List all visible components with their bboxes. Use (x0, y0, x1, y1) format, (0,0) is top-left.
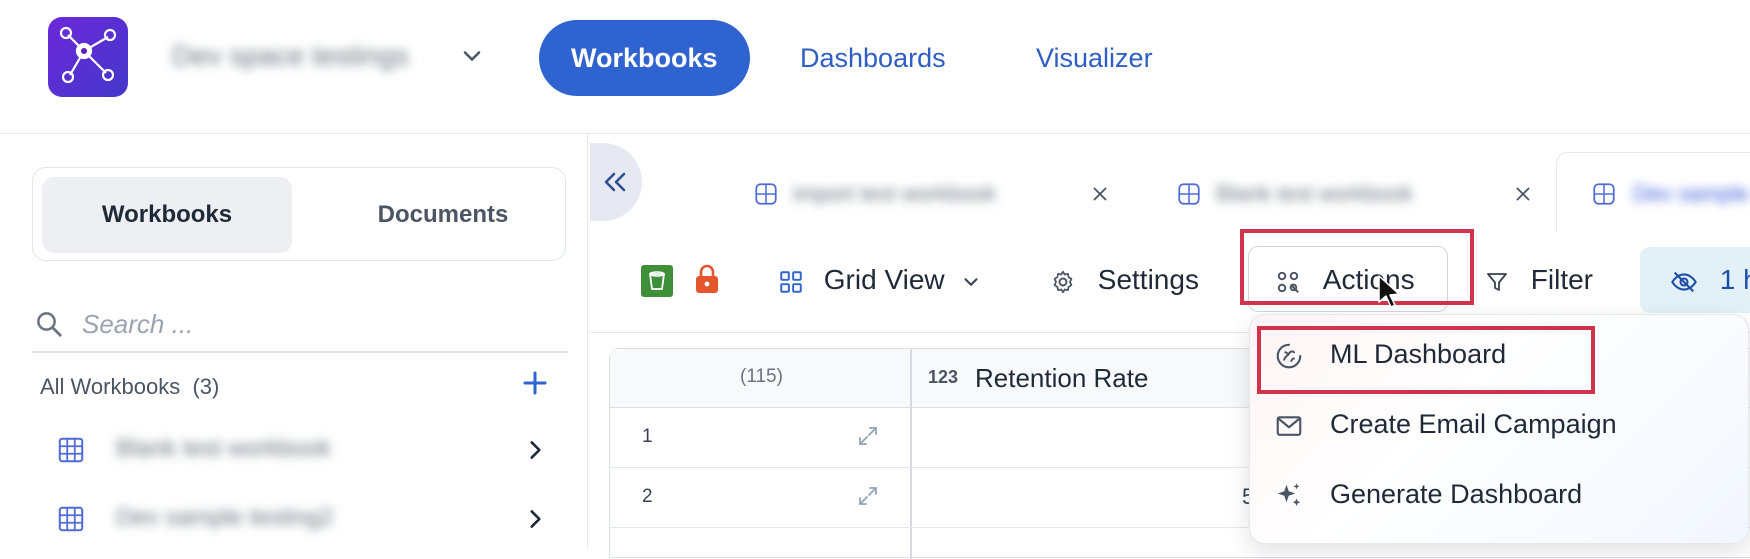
tab-label: Blank test workbook (1216, 181, 1413, 206)
row-number: 1 (642, 426, 653, 447)
column-header-retention-rate[interactable]: Retention Rate (975, 363, 1148, 394)
filter-icon (1487, 272, 1507, 291)
expand-icon[interactable] (856, 484, 880, 508)
chevron-right-icon[interactable] (522, 437, 548, 463)
search-input[interactable] (80, 302, 564, 346)
menu-item-create-email-campaign[interactable]: Create Email Campaign (1250, 395, 1750, 457)
search-icon (37, 312, 62, 337)
sidebar: Workbooks Documents All Workbooks (3) Bl… (0, 134, 588, 548)
tab-label: Dev sample (1633, 181, 1750, 206)
workbook-tab[interactable]: Blank test workbook (1176, 155, 1536, 235)
app-logo[interactable] (48, 17, 128, 97)
workbook-name: Blank test workbook (116, 435, 331, 462)
nav-tab-dashboards[interactable]: Dashboards (768, 20, 978, 96)
close-icon[interactable] (1089, 183, 1111, 205)
workbook-name: Dev sample testing2 (116, 504, 334, 531)
menu-item-generate-dashboard[interactable]: Generate Dashboard (1250, 465, 1750, 527)
table-icon (1593, 183, 1615, 205)
top-bar: Dev space testings Workbooks Dashboards … (0, 0, 1750, 134)
database-icon[interactable] (641, 265, 673, 297)
chevron-down-icon (964, 277, 978, 286)
lock-icon[interactable] (694, 263, 720, 295)
filter-button[interactable]: Filter (1485, 255, 1593, 305)
network-icon (59, 26, 117, 84)
row-count: (115) (740, 366, 783, 387)
all-workbooks-label: All Workbooks (40, 374, 181, 399)
workbook-list-item[interactable]: Blank test workbook (0, 419, 580, 483)
mail-icon (1276, 416, 1302, 436)
row-number: 2 (642, 486, 653, 507)
nav-tab-workbooks[interactable]: Workbooks (539, 20, 750, 96)
chevron-down-icon[interactable] (458, 42, 486, 70)
filter-label: Filter (1530, 264, 1594, 295)
workspace-name[interactable]: Dev space testings (172, 40, 409, 72)
table-icon (755, 183, 777, 205)
table-icon (58, 506, 84, 532)
sparkle-icon (1277, 483, 1301, 506)
hidden-fields-label: 1 hi (1719, 264, 1750, 295)
all-workbooks-header: All Workbooks (3) (40, 374, 219, 400)
numeric-type-icon: 123 (928, 367, 959, 387)
chevron-right-icon[interactable] (522, 506, 548, 532)
double-chevron-left-icon (604, 172, 626, 192)
table-icon (1178, 183, 1200, 205)
search-divider (32, 351, 568, 353)
hidden-fields-button[interactable]: 1 hi (1640, 247, 1750, 313)
menu-item-label: Create Email Campaign (1330, 409, 1617, 439)
workbook-tab-active[interactable]: Dev sample (1556, 152, 1750, 231)
workbook-list-item[interactable]: Dev sample testing2 (0, 488, 580, 552)
expand-icon[interactable] (856, 424, 880, 448)
nav-tab-visualizer[interactable]: Visualizer (1004, 20, 1185, 96)
table-icon (58, 437, 84, 463)
settings-button[interactable]: Settings (1050, 255, 1199, 305)
grid-view-dropdown[interactable]: Grid View (778, 255, 982, 305)
tab-label: import test workbook (793, 181, 996, 206)
ml-dashboard-highlight-box (1257, 326, 1595, 394)
menu-item-label: Generate Dashboard (1330, 479, 1583, 509)
gear-icon (1053, 270, 1073, 293)
eye-off-icon (1671, 271, 1697, 292)
segment-documents[interactable]: Documents (333, 177, 553, 253)
segmented-control: Workbooks Documents (32, 167, 566, 261)
all-workbooks-count: (3) (192, 374, 220, 399)
grid-icon (780, 270, 802, 293)
close-icon[interactable] (1512, 183, 1534, 205)
mouse-cursor-icon (1378, 275, 1400, 308)
actions-highlight-box (1240, 229, 1474, 305)
workbook-tab[interactable]: import test workbook (753, 155, 1113, 235)
collapse-sidebar-button[interactable] (590, 143, 642, 221)
add-workbook-icon[interactable] (520, 368, 550, 398)
grid-view-label: Grid View (823, 264, 945, 295)
segment-workbooks[interactable]: Workbooks (42, 177, 292, 253)
settings-label: Settings (1097, 264, 1199, 295)
